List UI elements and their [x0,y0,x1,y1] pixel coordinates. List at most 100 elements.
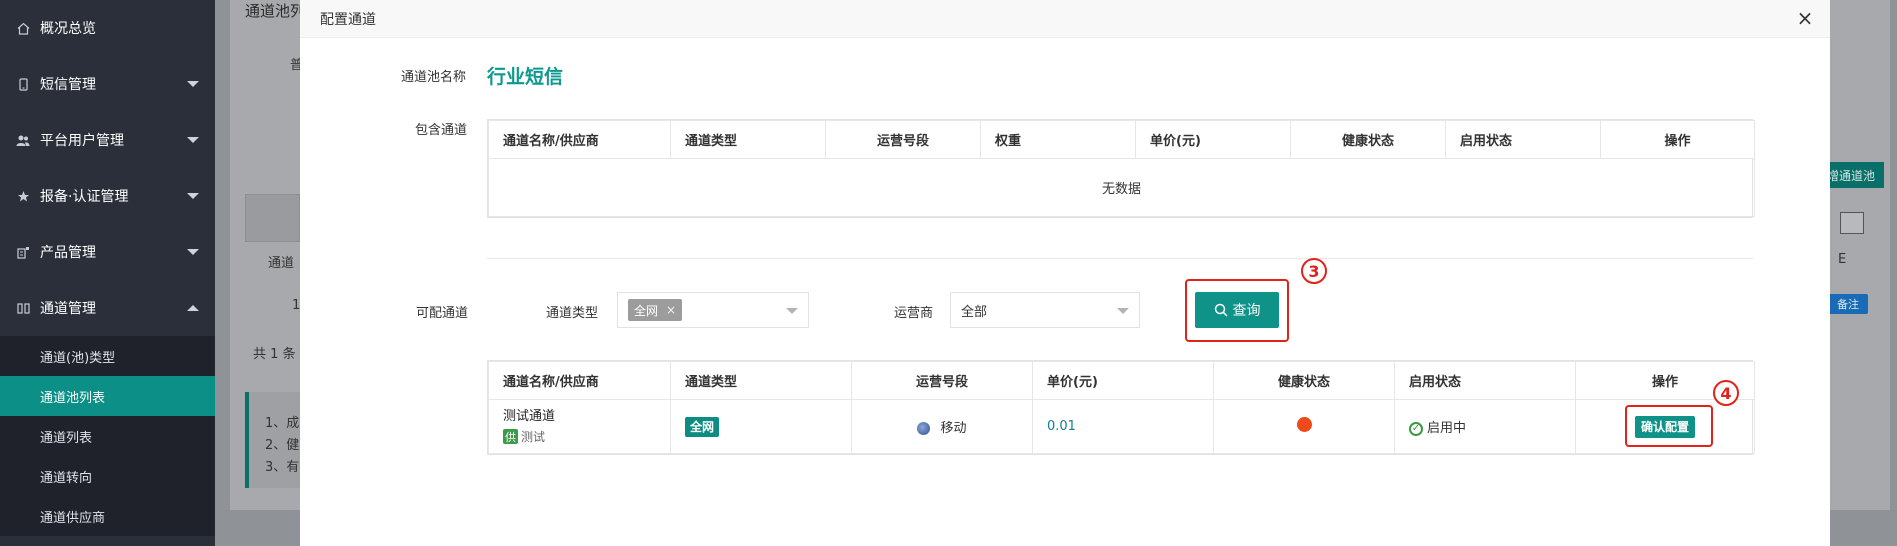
supplier: 供 测试 [503,428,656,445]
grid-icon[interactable] [1840,212,1864,234]
column-header: 权重 [980,120,1136,159]
enable-status: 启用中 [1427,421,1467,436]
highlight-box-query [1185,279,1289,342]
channel-name-cell: 测试通道 供 测试 [488,399,671,454]
column-header: 运营号段 [825,120,981,159]
sidebar-item-label: 产品管理 [40,245,96,261]
background-header-bar [245,194,300,242]
empty-state: 无数据 [488,158,1755,217]
users-icon [16,133,30,147]
pool-name-label: 通道池名称 [401,70,467,85]
channel-icon [16,301,30,315]
operator-value: 全部 [961,304,988,320]
operator-label: 运营商 [894,306,934,321]
remark-badge[interactable]: 备注 [1828,294,1868,314]
mobile-operator-icon [917,422,931,435]
selected-type-tag: 全网 × [628,299,683,321]
product-icon [16,245,30,259]
background-header-right: E [1838,252,1847,267]
tip-line: 1、成 [265,416,300,431]
supplier-icon: 供 [503,429,518,444]
sidebar-item-sms[interactable]: 短信管理 [0,56,215,112]
included-channels-label: 包含通道 [415,123,468,138]
sidebar-item-channel-suppliers[interactable]: 通道供应商 [0,496,215,536]
table-header-row: 通道名称/供应商 通道类型 运营号段 权重 单价(元) 健康状态 启用状态 操作 [488,120,1755,159]
column-header: 运营号段 [851,361,1033,400]
supplier-name: 测试 [521,430,546,444]
sidebar-item-channel-pool-list[interactable]: 通道池列表 [0,376,215,416]
modal-header: 配置通道 × [300,0,1830,38]
sidebar-item-products[interactable]: 产品管理 [0,224,215,280]
column-header: 健康状态 [1290,120,1446,159]
sidebar-item-channel-types[interactable]: 通道(池)类型 [0,336,215,376]
available-channels-table: 通道名称/供应商 通道类型 运营号段 单价(元) 健康状态 启用状态 操作 测试… [487,360,1755,455]
price-value: 0.01 [1047,419,1076,434]
price-cell: 0.01 [1032,399,1214,454]
sidebar-item-channels[interactable]: 通道管理 [0,280,215,336]
sidebar-item-platform-users[interactable]: 平台用户管理 [0,112,215,168]
star-icon [16,189,30,203]
channel-type-tag: 全网 [685,416,720,437]
operator-select[interactable]: 全部 [950,292,1140,328]
chevron-down-icon [187,193,199,199]
check-circle-icon: ✓ [1409,421,1423,436]
chevron-down-icon [187,137,199,143]
column-header: 通道名称/供应商 [488,361,671,400]
phone-icon [16,77,30,91]
remove-tag-icon[interactable]: × [666,303,676,317]
page-title: 通道池列表 [245,2,305,20]
chevron-down-icon [187,81,199,87]
sidebar-item-label: 通道管理 [40,301,96,317]
column-header: 操作 [1600,120,1755,159]
home-icon [16,21,30,35]
channel-type-label: 通道类型 [546,306,599,321]
background-footer: 共 1 条 [253,347,296,362]
highlight-box-confirm [1625,405,1713,447]
column-header: 健康状态 [1213,361,1395,400]
tip-line: 3、有 [265,460,300,475]
included-channels-table: 通道名称/供应商 通道类型 运营号段 权重 单价(元) 健康状态 启用状态 操作… [487,119,1755,218]
operator-name: 移动 [940,421,967,436]
sidebar-item-label: 报备·认证管理 [40,189,129,205]
sidebar-item-label: 平台用户管理 [40,133,124,149]
channel-type-cell: 全网 [670,399,852,454]
column-header: 通道类型 [670,120,826,159]
health-cell [1213,399,1395,454]
column-header: 启用状态 [1394,361,1576,400]
channel-name: 测试通道 [503,409,556,424]
column-header: 启用状态 [1445,120,1601,159]
sidebar-item-label: 概况总览 [40,21,96,37]
channel-submenu: 通道(池)类型 通道池列表 通道列表 通道转向 通道供应商 [0,336,215,536]
column-header: 单价(元) [1032,361,1214,400]
modal-title: 配置通道 [320,11,376,28]
health-status-dot [1296,417,1312,432]
column-header: 通道名称/供应商 [488,120,671,159]
background-column-header: 通道 [268,256,295,271]
close-icon[interactable]: × [1794,8,1816,30]
sidebar-item-channel-redirect[interactable]: 通道转向 [0,456,215,496]
table-header-row: 通道名称/供应商 通道类型 运营号段 单价(元) 健康状态 启用状态 操作 [488,361,1755,400]
table-row: 测试通道 供 测试 全网 移动 0.01 ✓ 启用中 确认配置 [488,399,1755,454]
step-4-marker: 4 [1713,380,1739,406]
pool-name-value: 行业短信 [487,66,564,88]
sidebar: 概况总览 短信管理 平台用户管理 报备·认证管理 产品管理 通道管理 通道(池)… [0,0,215,546]
column-header: 单价(元) [1135,120,1291,159]
chevron-down-icon [1117,308,1129,314]
chevron-up-icon [187,305,199,311]
tag-label: 全网 [634,303,659,318]
sidebar-item-overview[interactable]: 概况总览 [0,0,215,56]
available-channels-label: 可配通道 [416,306,469,321]
column-header: 通道类型 [670,361,852,400]
sidebar-item-channel-list[interactable]: 通道列表 [0,416,215,456]
channel-type-select[interactable]: 全网 × [617,292,809,328]
operator-cell: 移动 [851,399,1033,454]
step-3-marker: 3 [1301,258,1327,284]
chevron-down-icon [187,249,199,255]
tip-line: 2、健 [265,438,300,453]
background-tips: 1、成 2、健 3、有 [245,392,305,488]
section-divider [487,258,1753,259]
sidebar-item-certification[interactable]: 报备·认证管理 [0,168,215,224]
config-channel-modal: 配置通道 × 通道池名称 行业短信 包含通道 通道名称/供应商 通道类型 运营号… [300,0,1830,546]
chevron-down-icon [786,308,798,314]
enable-cell: ✓ 启用中 [1394,399,1576,454]
